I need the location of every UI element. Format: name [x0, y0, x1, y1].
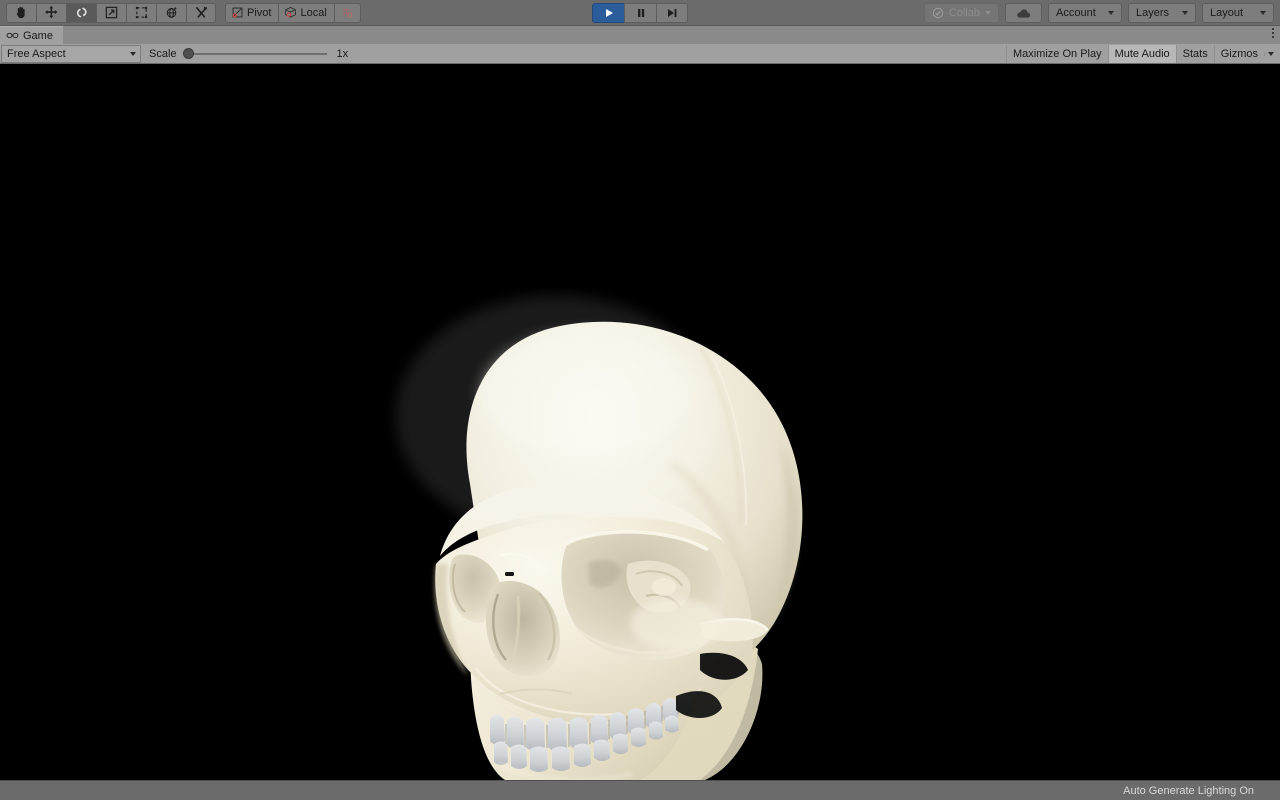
main-toolbar: Pivot Local Collab Account Layers Layout	[0, 0, 1280, 26]
step-icon	[668, 8, 677, 17]
pivot-icon	[232, 7, 243, 18]
transform-tools-group	[6, 2, 216, 23]
collab-button[interactable]: Collab	[923, 3, 999, 23]
scale-control: Scale 1x	[149, 47, 357, 61]
orbital-plate-highlight	[652, 578, 676, 596]
scale-slider[interactable]	[182, 47, 327, 61]
unity-editor-window: Pivot Local Collab Account Layers Layout…	[0, 0, 1280, 800]
mute-audio-toggle[interactable]: Mute Audio	[1107, 45, 1176, 63]
account-label: Account	[1056, 7, 1096, 19]
play-icon	[605, 8, 613, 17]
gizmos-label: Gizmos	[1220, 48, 1258, 60]
cloud-button[interactable]	[1005, 3, 1042, 23]
aspect-ratio-dropdown[interactable]: Free Aspect	[1, 44, 141, 63]
hand-tool-button[interactable]	[6, 2, 36, 23]
layers-button[interactable]: Layers	[1128, 3, 1196, 23]
aspect-ratio-value: Free Aspect	[7, 47, 66, 60]
maximize-on-play-toggle[interactable]: Maximize On Play	[1005, 45, 1108, 63]
rotate-icon	[77, 7, 87, 18]
move-icon	[45, 6, 58, 19]
tab-game-label: Game	[23, 29, 53, 42]
scale-tool-button[interactable]	[96, 2, 126, 23]
move-tool-button[interactable]	[36, 2, 66, 23]
skull-scene	[0, 64, 1280, 780]
maximize-on-play-label: Maximize On Play	[1012, 48, 1102, 60]
nasion-gap	[505, 572, 514, 576]
pause-icon	[637, 8, 644, 17]
rotate-tool-button[interactable]	[66, 2, 96, 23]
scale-slider-track	[182, 52, 327, 55]
game-toolbar-right: Maximize On Play Mute Audio Stats Gizmos	[1005, 44, 1280, 64]
scale-value: 1x	[336, 47, 349, 60]
local-space-icon	[285, 6, 297, 18]
panel-tab-bar: Game	[0, 26, 1280, 44]
kebab-menu-icon	[1272, 36, 1274, 38]
account-caret-icon	[1108, 11, 1114, 15]
pause-button[interactable]	[624, 2, 656, 23]
rect-transform-icon	[135, 6, 148, 19]
panel-options-button[interactable]	[1272, 28, 1274, 38]
gizmos-dropdown-button[interactable]	[1264, 52, 1280, 56]
toolbar-left-group: Pivot Local	[0, 2, 361, 23]
scale-label: Scale	[149, 47, 177, 60]
status-bar: Auto Generate Lighting On	[0, 780, 1280, 800]
layout-caret-icon	[1260, 11, 1266, 15]
game-viewport[interactable]	[0, 64, 1280, 780]
layers-label: Layers	[1136, 7, 1170, 19]
pivot-mode-button[interactable]: Pivot	[225, 2, 280, 23]
layout-button[interactable]: Layout	[1202, 3, 1274, 23]
kebab-menu-icon	[1272, 28, 1274, 30]
step-button[interactable]	[656, 2, 688, 23]
transform-icon	[166, 7, 177, 18]
account-button[interactable]: Account	[1048, 3, 1122, 23]
scale-icon	[105, 6, 118, 19]
custom-tool-button[interactable]	[186, 2, 216, 23]
layout-label: Layout	[1210, 7, 1244, 19]
game-view-toolbar: Free Aspect Scale 1x Maximize On Play Mu…	[0, 44, 1280, 64]
chevron-down-icon	[1268, 52, 1274, 56]
stats-toggle[interactable]: Stats	[1175, 45, 1214, 63]
stats-label: Stats	[1182, 48, 1208, 60]
game-view-icon	[6, 32, 19, 39]
pivot-handle-group: Pivot Local	[225, 2, 361, 23]
key-light	[396, 296, 716, 536]
layers-caret-icon	[1182, 11, 1188, 15]
pivot-label: Pivot	[247, 6, 272, 19]
human-skull-model	[0, 64, 1280, 780]
play-controls	[592, 2, 688, 23]
tab-game[interactable]: Game	[0, 26, 63, 44]
grid-snap-icon	[342, 8, 353, 18]
cloud-icon	[1017, 8, 1031, 18]
kebab-menu-icon	[1272, 32, 1274, 34]
toolbar-right-group: Collab Account Layers Layout	[923, 0, 1274, 26]
collab-label: Collab	[948, 7, 980, 19]
status-message: Auto Generate Lighting On	[1123, 784, 1254, 797]
gizmos-toggle[interactable]: Gizmos	[1213, 45, 1264, 63]
chevron-down-icon	[130, 51, 136, 56]
wrench-icon	[195, 6, 207, 18]
transform-tool-button[interactable]	[156, 2, 186, 23]
rect-transform-tool-button[interactable]	[126, 2, 156, 23]
scale-slider-handle[interactable]	[182, 48, 194, 59]
mute-audio-label: Mute Audio	[1114, 48, 1170, 60]
handle-space-label: Local	[300, 6, 327, 19]
play-button[interactable]	[592, 2, 624, 23]
handle-space-button[interactable]: Local	[279, 2, 335, 23]
zygomatic-bone	[630, 598, 722, 650]
hand-icon	[16, 6, 25, 19]
collab-check-icon	[932, 7, 944, 19]
grid-snap-button[interactable]	[334, 2, 361, 23]
collab-caret-icon	[985, 11, 991, 15]
